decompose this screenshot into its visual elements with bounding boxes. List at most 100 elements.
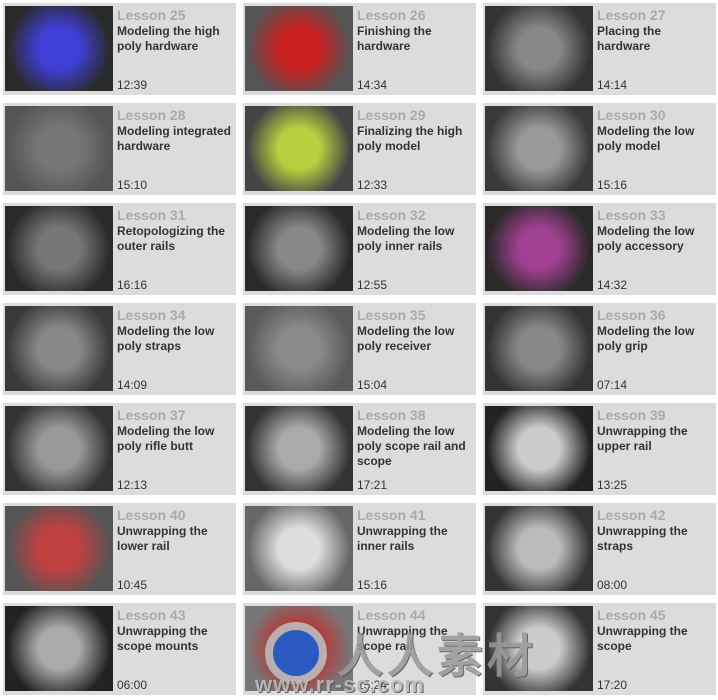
lesson-duration: 12:39	[117, 78, 148, 92]
lesson-title[interactable]: Modeling the low poly receiver	[357, 324, 473, 354]
lesson-title[interactable]: Unwrapping the scope mounts	[117, 624, 233, 654]
lesson-number: Lesson 36	[597, 307, 666, 323]
lesson-thumbnail[interactable]	[5, 6, 113, 91]
lesson-thumbnail[interactable]	[485, 506, 593, 591]
lesson-title[interactable]: Unwrapping the scope rail	[357, 624, 473, 654]
lesson-title[interactable]: Modeling the low poly accessory	[597, 224, 713, 254]
lesson-thumbnail[interactable]	[245, 206, 353, 291]
lesson-title[interactable]: Modeling the low poly scope rail and sco…	[357, 424, 473, 469]
lesson-duration: 15:16	[597, 178, 628, 192]
lesson-card[interactable]: Lesson 35 Modeling the low poly receiver 1…	[243, 303, 476, 395]
lesson-duration: 12:13	[117, 478, 148, 492]
lesson-title[interactable]: Retopologizing the outer rails	[117, 224, 233, 254]
lesson-duration: 17:20	[597, 678, 628, 692]
lesson-duration: 07:14	[597, 378, 628, 392]
lesson-thumbnail[interactable]	[5, 406, 113, 491]
lesson-card[interactable]: Lesson 28 Modeling integrated hardware 15:…	[3, 103, 236, 195]
lesson-title[interactable]: Unwrapping the inner rails	[357, 524, 473, 554]
lesson-title[interactable]: Modeling the low poly inner rails	[357, 224, 473, 254]
lesson-number: Lesson 30	[597, 107, 666, 123]
lesson-card[interactable]: Lesson 39 Unwrapping the upper rail 13:25	[483, 403, 716, 495]
lesson-duration: 15:04	[357, 378, 388, 392]
lesson-title[interactable]: Finalizing the high poly model	[357, 124, 473, 154]
lesson-thumbnail[interactable]	[485, 206, 593, 291]
lesson-title[interactable]: Modeling the low poly grip	[597, 324, 713, 354]
lesson-number: Lesson 38	[357, 407, 426, 423]
lesson-title[interactable]: Modeling integrated hardware	[117, 124, 233, 154]
lesson-card[interactable]: Lesson 32 Modeling the low poly inner rai…	[243, 203, 476, 295]
lesson-thumbnail[interactable]	[5, 506, 113, 591]
lesson-title[interactable]: Finishing the hardware	[357, 24, 473, 54]
lesson-duration: 17:21	[357, 478, 388, 492]
lesson-duration: 08:00	[597, 578, 628, 592]
lesson-card[interactable]: Lesson 30 Modeling the low poly model 15:1…	[483, 103, 716, 195]
lesson-card[interactable]: Lesson 40 Unwrapping the lower rail 10:45	[3, 503, 236, 595]
lesson-thumbnail[interactable]	[485, 306, 593, 391]
lesson-duration: 14:34	[357, 78, 388, 92]
lesson-card[interactable]: Lesson 45 Unwrapping the scope 17:20	[483, 603, 716, 695]
lesson-duration: 14:14	[597, 78, 628, 92]
lesson-card[interactable]: Lesson 25 Modeling the high poly hardware…	[3, 3, 236, 95]
lesson-thumbnail[interactable]	[5, 106, 113, 191]
lesson-number: Lesson 44	[357, 607, 426, 623]
lesson-number: Lesson 37	[117, 407, 186, 423]
lesson-thumbnail[interactable]	[245, 6, 353, 91]
lesson-title[interactable]: Unwrapping the straps	[597, 524, 713, 554]
lesson-thumbnail[interactable]	[245, 506, 353, 591]
lesson-duration: 15:10	[117, 178, 148, 192]
lesson-card[interactable]: Lesson 29 Finalizing the high poly model 1…	[243, 103, 476, 195]
lesson-duration: 12:55	[357, 278, 388, 292]
lesson-thumbnail[interactable]	[5, 206, 113, 291]
lesson-card[interactable]: Lesson 41 Unwrapping the inner rails 15:16	[243, 503, 476, 595]
lesson-number: Lesson 28	[117, 107, 186, 123]
lesson-card[interactable]: Lesson 26 Finishing the hardware 14:34	[243, 3, 476, 95]
lesson-number: Lesson 39	[597, 407, 666, 423]
lesson-duration: 15:24	[357, 678, 388, 692]
lesson-duration: 06:00	[117, 678, 148, 692]
lesson-card[interactable]: Lesson 31 Retopologizing the outer rails 1…	[3, 203, 236, 295]
lesson-card[interactable]: Lesson 34 Modeling the low poly straps 14:…	[3, 303, 236, 395]
lesson-thumbnail[interactable]	[5, 306, 113, 391]
lesson-thumbnail[interactable]	[5, 606, 113, 691]
lesson-duration: 14:32	[597, 278, 628, 292]
lesson-number: Lesson 42	[597, 507, 666, 523]
lesson-title[interactable]: Modeling the low poly straps	[117, 324, 233, 354]
lesson-number: Lesson 40	[117, 507, 186, 523]
lesson-title[interactable]: Placing the hardware	[597, 24, 713, 54]
lesson-duration: 15:16	[357, 578, 388, 592]
lesson-card[interactable]: Lesson 36 Modeling the low poly grip 07:14	[483, 303, 716, 395]
lesson-number: Lesson 43	[117, 607, 186, 623]
lesson-card[interactable]: Lesson 38 Modeling the low poly scope rai…	[243, 403, 476, 495]
lesson-thumbnail[interactable]	[245, 306, 353, 391]
lesson-card[interactable]: Lesson 27 Placing the hardware 14:14	[483, 3, 716, 95]
lesson-thumbnail[interactable]	[485, 106, 593, 191]
lesson-title[interactable]: Unwrapping the lower rail	[117, 524, 233, 554]
lesson-number: Lesson 33	[597, 207, 666, 223]
lesson-thumbnail[interactable]	[485, 6, 593, 91]
lesson-thumbnail[interactable]	[245, 606, 353, 691]
lesson-card[interactable]: Lesson 42 Unwrapping the straps 08:00	[483, 503, 716, 595]
lesson-number: Lesson 27	[597, 7, 666, 23]
lesson-duration: 12:33	[357, 178, 388, 192]
lesson-title[interactable]: Modeling the low poly model	[597, 124, 713, 154]
lesson-number: Lesson 35	[357, 307, 426, 323]
lesson-card[interactable]: Lesson 33 Modeling the low poly accessory…	[483, 203, 716, 295]
lesson-thumbnail[interactable]	[485, 406, 593, 491]
lesson-number: Lesson 41	[357, 507, 426, 523]
lesson-thumbnail[interactable]	[245, 106, 353, 191]
lesson-thumbnail[interactable]	[245, 406, 353, 491]
lesson-number: Lesson 34	[117, 307, 186, 323]
lesson-title[interactable]: Modeling the high poly hardware	[117, 24, 233, 54]
lesson-duration: 16:16	[117, 278, 148, 292]
lesson-thumbnail[interactable]	[485, 606, 593, 691]
lesson-title[interactable]: Modeling the low poly rifle butt	[117, 424, 233, 454]
lesson-card[interactable]: Lesson 44 Unwrapping the scope rail 15:24	[243, 603, 476, 695]
lesson-number: Lesson 32	[357, 207, 426, 223]
lesson-title[interactable]: Unwrapping the upper rail	[597, 424, 713, 454]
lesson-number: Lesson 31	[117, 207, 186, 223]
lesson-card[interactable]: Lesson 37 Modeling the low poly rifle but…	[3, 403, 236, 495]
lesson-title[interactable]: Unwrapping the scope	[597, 624, 713, 654]
lesson-duration: 10:45	[117, 578, 148, 592]
lesson-card[interactable]: Lesson 43 Unwrapping the scope mounts 06:0…	[3, 603, 236, 695]
lesson-grid: Lesson 25 Modeling the high poly hardware…	[3, 3, 716, 695]
